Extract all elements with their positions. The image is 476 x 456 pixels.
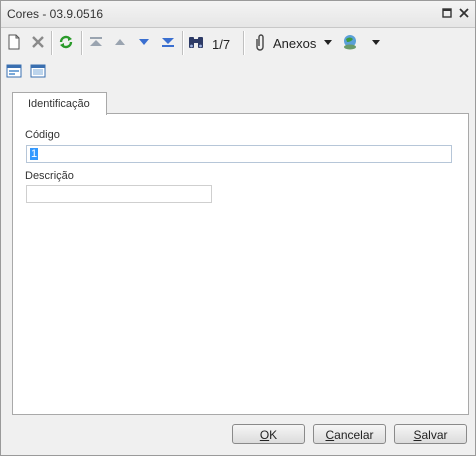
cancel-button-accesskey: C — [325, 428, 335, 442]
toolbar-separator — [81, 31, 83, 55]
globe-dropdown-arrow-icon[interactable] — [367, 33, 385, 51]
ok-button[interactable]: OK — [232, 424, 305, 444]
cancel-button-label: ancelar — [334, 428, 374, 442]
codigo-label: Código — [25, 129, 60, 141]
descricao-field[interactable] — [26, 185, 212, 203]
new-document-icon[interactable] — [5, 33, 23, 51]
ok-button-accesskey: O — [259, 428, 270, 442]
tab-label: Identificação — [28, 98, 90, 110]
save-button[interactable]: Salvar — [394, 424, 467, 444]
codigo-field[interactable]: 1 — [26, 145, 452, 163]
codigo-value: 1 — [30, 148, 39, 160]
next-record-icon[interactable] — [135, 33, 153, 51]
close-icon[interactable] — [457, 6, 471, 20]
window-title: Cores - 03.9.0516 — [7, 7, 104, 21]
descricao-label: Descrição — [25, 170, 74, 182]
refresh-icon[interactable] — [57, 33, 75, 51]
maximize-icon[interactable] — [440, 6, 454, 20]
attachments-dropdown-arrow-icon[interactable] — [319, 33, 337, 51]
previous-record-icon[interactable] — [111, 33, 129, 51]
ok-button-label: K — [269, 428, 278, 442]
tab-strip-line — [106, 113, 467, 114]
grid-view-icon[interactable] — [29, 62, 47, 80]
globe-icon[interactable] — [341, 33, 359, 51]
title-bar: Cores - 03.9.0516 — [1, 1, 475, 28]
form-panel: Código 1 Descrição — [12, 113, 469, 415]
last-record-icon[interactable] — [159, 33, 177, 51]
save-button-label: alvar — [421, 428, 448, 442]
toolbar: 1/7 Anexos — [1, 28, 475, 58]
form-view-icon[interactable] — [5, 62, 23, 80]
record-counter: 1/7 — [212, 37, 231, 52]
window: Cores - 03.9.0516 1/7 Anexos Identificaç… — [0, 0, 476, 456]
delete-icon[interactable] — [29, 33, 47, 51]
save-button-accesskey: S — [413, 428, 422, 442]
toolbar-separator — [182, 31, 184, 55]
toolbar-separator — [51, 31, 53, 55]
paperclip-icon[interactable] — [251, 33, 269, 51]
binoculars-icon[interactable] — [187, 33, 205, 51]
tab-identificacao[interactable]: Identificação — [12, 92, 107, 115]
first-record-icon[interactable] — [87, 33, 105, 51]
cancel-button[interactable]: Cancelar — [313, 424, 386, 444]
attachments-button[interactable]: Anexos — [273, 36, 316, 51]
toolbar-separator — [243, 31, 245, 55]
view-toolbar — [1, 59, 475, 83]
